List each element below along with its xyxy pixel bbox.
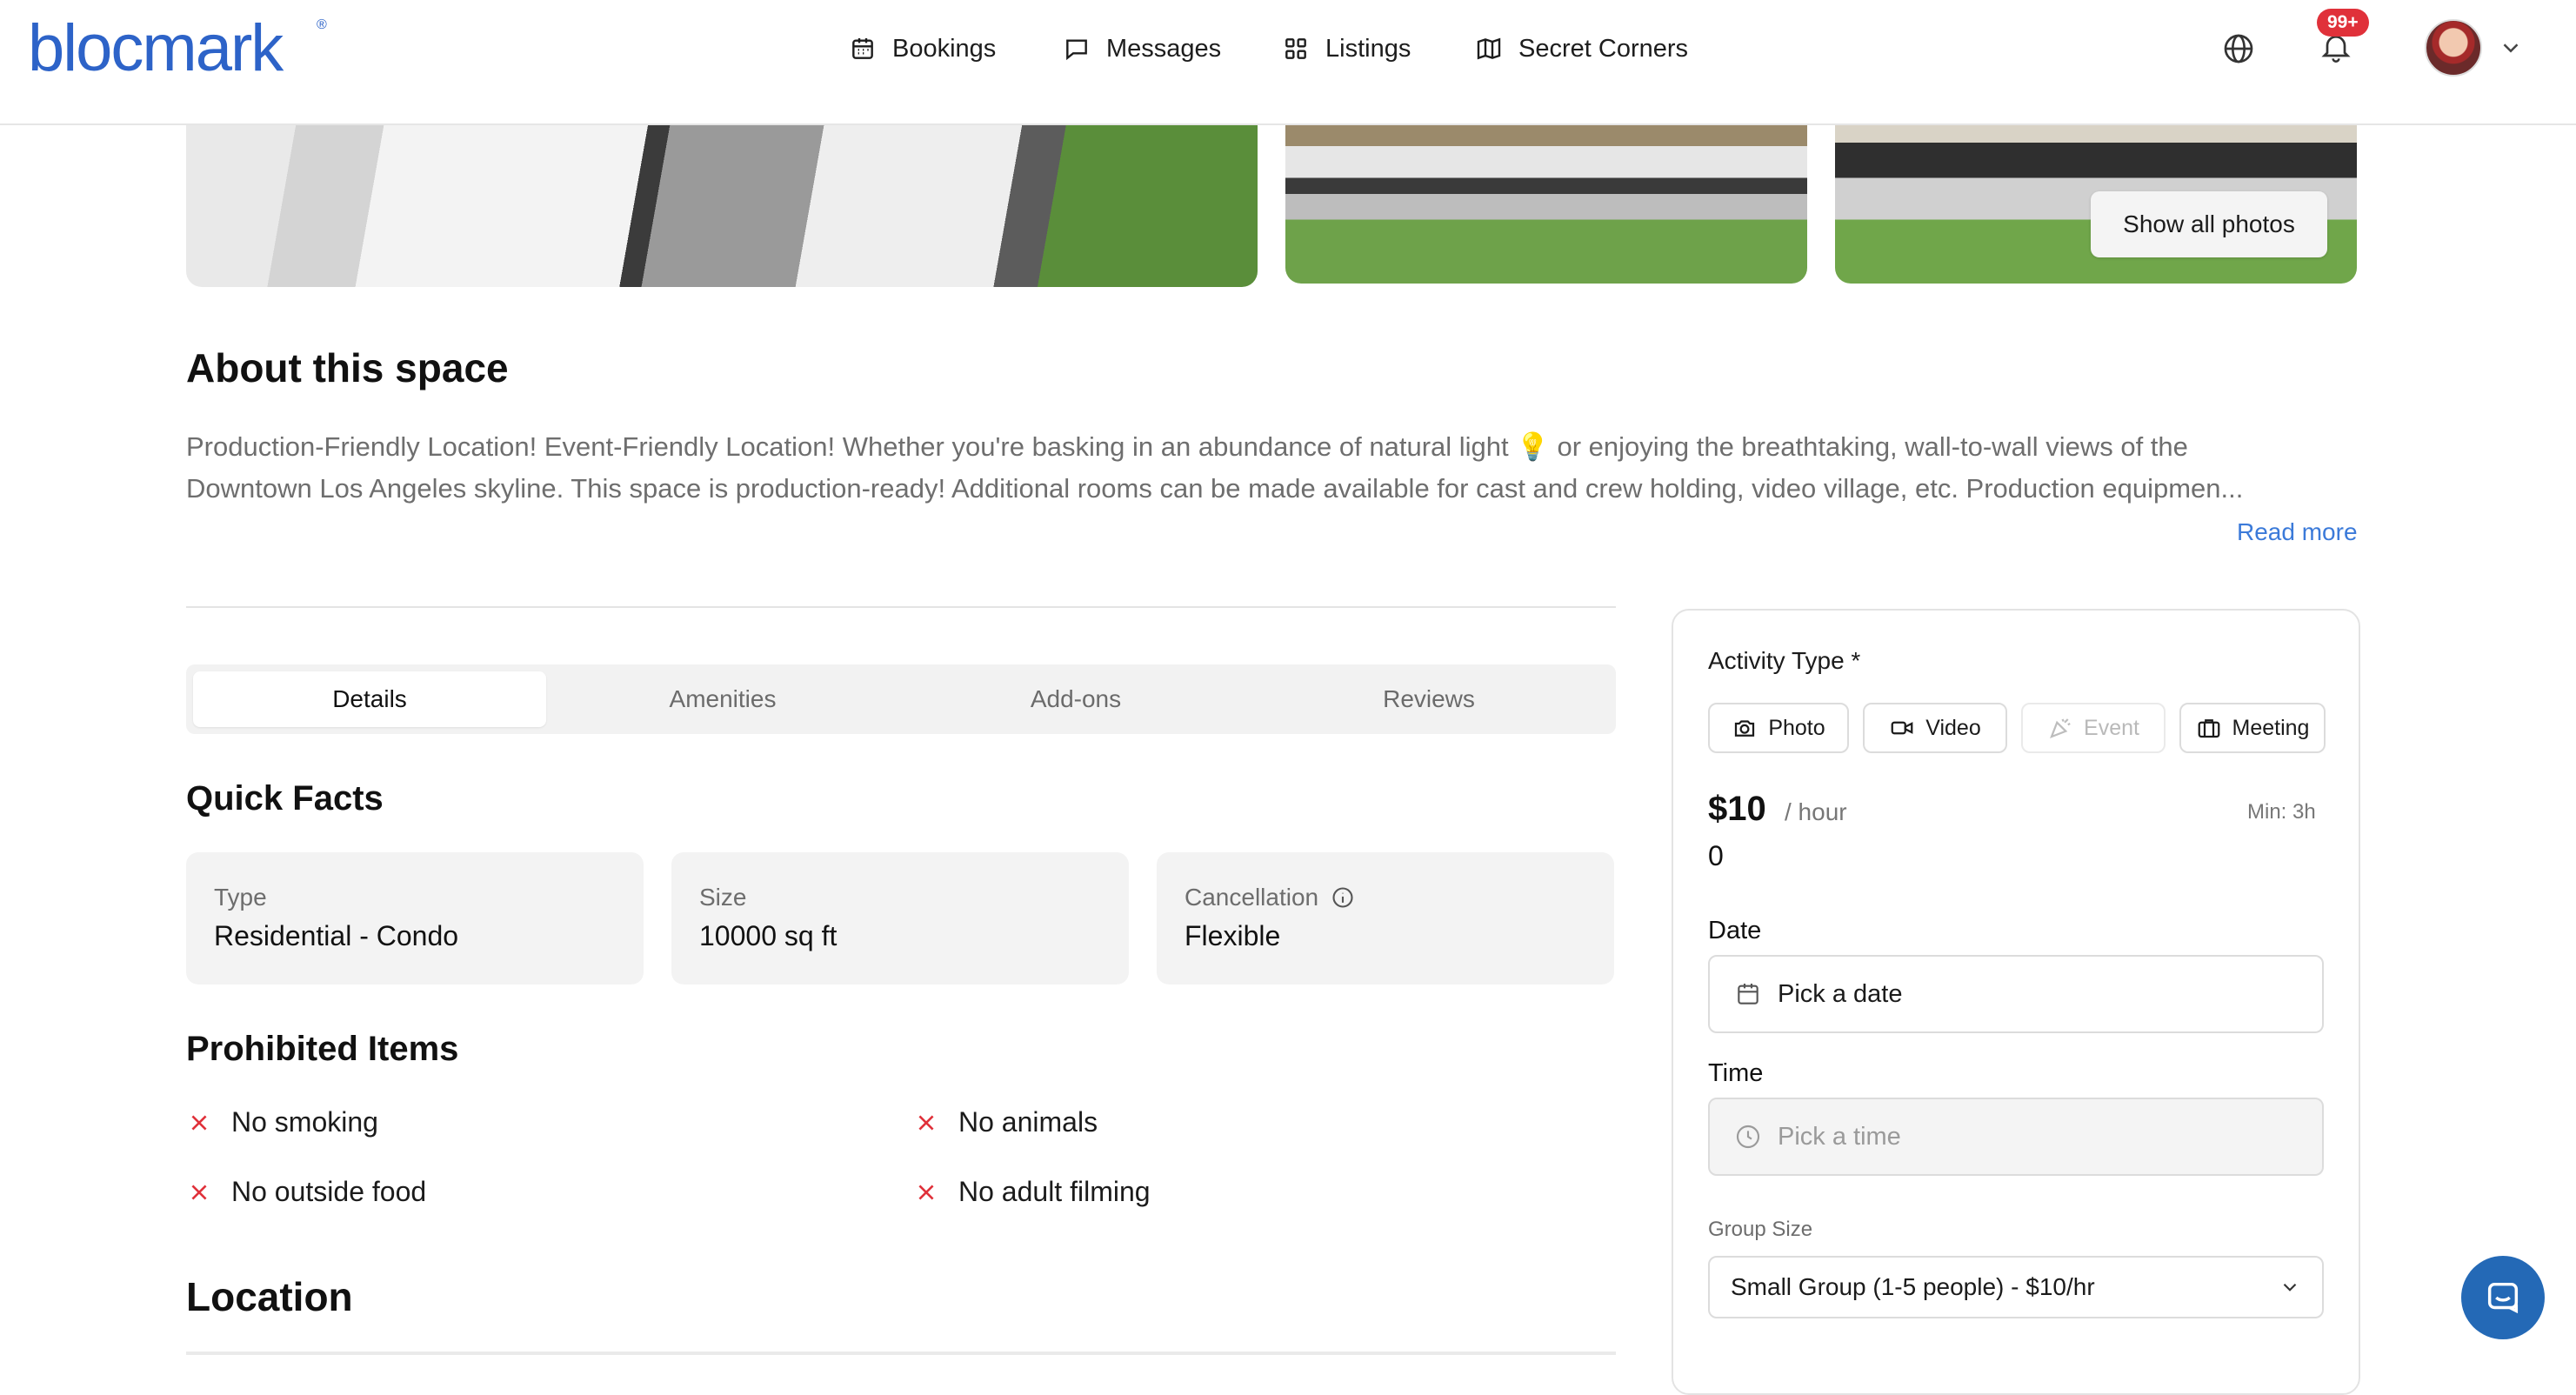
prohibited-item-label: No smoking — [231, 1106, 378, 1138]
fact-value: 10000 sq ft — [699, 920, 838, 951]
party-icon — [2050, 718, 2071, 738]
date-placeholder: Pick a date — [1778, 979, 1903, 1008]
prohibited-item: No adult filming — [915, 1176, 1151, 1208]
chat-launcher-button[interactable] — [2461, 1256, 2545, 1339]
group-size-select[interactable]: Small Group (1-5 people) - $10/hr — [1708, 1256, 2324, 1318]
close-x-icon — [191, 1114, 207, 1131]
nav-listings-label: Listings — [1325, 34, 1411, 63]
fact-value: Flexible — [1185, 920, 1281, 951]
fact-label: Type — [214, 884, 267, 911]
nav-secret-corners[interactable]: Secret Corners — [1475, 30, 1688, 68]
price-value: $10 — [1708, 790, 1766, 828]
read-more-link[interactable]: Read more — [2237, 518, 2358, 546]
activity-meeting-label: Meeting — [2232, 715, 2310, 740]
tab-add-ons[interactable]: Add-ons — [899, 671, 1252, 727]
gallery-photo-main[interactable] — [186, 123, 1258, 287]
blocmark-logo[interactable]: blocmark ® — [28, 10, 327, 86]
group-size-label: Group Size — [1708, 1218, 1813, 1241]
activity-event-button[interactable]: Event — [2021, 703, 2166, 753]
prohibited-item: No smoking — [188, 1106, 378, 1138]
about-title: About this space — [186, 345, 509, 390]
time-label: Time — [1708, 1059, 1764, 1087]
notification-badge: 99+ — [2317, 9, 2369, 37]
quick-facts-title: Quick Facts — [186, 779, 384, 818]
activity-photo-button[interactable]: Photo — [1708, 703, 1849, 753]
location-map-top-edge — [186, 1352, 1616, 1355]
chat-icon — [2487, 1282, 2519, 1314]
time-placeholder: Pick a time — [1778, 1122, 1901, 1151]
nav-bookings[interactable]: Bookings — [849, 30, 996, 68]
about-description: Production-Friendly Location! Event-Frie… — [186, 426, 2360, 510]
fact-card-type: Type Residential - Condo — [186, 852, 644, 985]
briefcase-icon — [2198, 719, 2219, 738]
chevron-down-icon — [2283, 1283, 2297, 1292]
hours-count: 0 — [1708, 840, 1724, 871]
top-navigation-bar: blocmark ® Bookings Messages Listings Se… — [0, 0, 2576, 125]
location-title: Location — [186, 1274, 353, 1319]
camera-icon — [1735, 720, 1755, 737]
activity-video-label: Video — [1925, 715, 1981, 740]
detail-tabs: Details Amenities Add-ons Reviews — [186, 664, 1616, 734]
about-line-1: Production-Friendly Location! Event-Frie… — [186, 431, 2188, 462]
prohibited-items-title: Prohibited Items — [186, 1030, 459, 1068]
prohibited-item: No animals — [915, 1106, 1098, 1138]
section-divider — [186, 606, 1616, 608]
fact-label-row: Cancellation — [1185, 884, 1355, 911]
fact-label: Cancellation — [1185, 884, 1319, 911]
minimum-hours: Min: 3h — [2247, 800, 2316, 824]
nav-bookings-label: Bookings — [892, 34, 997, 63]
calendar-icon — [1738, 984, 1758, 1005]
chevron-down-icon[interactable] — [2498, 35, 2524, 61]
prohibited-item-label: No adult filming — [958, 1176, 1151, 1207]
close-x-icon — [191, 1184, 207, 1200]
tab-details[interactable]: Details — [193, 671, 546, 727]
grid-icon — [1285, 38, 1306, 59]
close-x-icon — [918, 1184, 934, 1200]
activity-event-label: Event — [2084, 715, 2139, 740]
prohibited-item-label: No animals — [958, 1106, 1098, 1138]
group-size-value: Small Group (1-5 people) - $10/hr — [1731, 1273, 2095, 1300]
fact-value: Residential - Condo — [214, 920, 459, 951]
show-all-photos-button[interactable]: Show all photos — [2091, 191, 2327, 257]
tab-reviews[interactable]: Reviews — [1252, 671, 1605, 727]
map-icon — [1477, 37, 1501, 60]
prohibited-item: No outside food — [188, 1176, 426, 1208]
info-icon[interactable] — [1331, 885, 1355, 910]
message-icon — [1066, 39, 1087, 61]
price-unit: / hour — [1785, 798, 1847, 825]
nav-messages[interactable]: Messages — [1063, 30, 1221, 68]
registered-mark: ® — [317, 17, 327, 32]
booking-card: Activity Type * Photo Video Event Meetin… — [1672, 609, 2360, 1395]
close-x-icon — [918, 1114, 934, 1131]
activity-type-label: Activity Type * — [1708, 647, 1861, 674]
prohibited-item-label: No outside food — [231, 1176, 427, 1207]
time-picker[interactable]: Pick a time — [1708, 1098, 2324, 1176]
activity-photo-label: Photo — [1768, 715, 1825, 740]
date-picker[interactable]: Pick a date — [1708, 955, 2324, 1033]
calendar-icon — [852, 38, 873, 59]
fact-card-size: Size 10000 sq ft — [671, 852, 1129, 985]
date-label: Date — [1708, 917, 1762, 944]
logo-text: blocmark — [28, 11, 284, 85]
avatar[interactable] — [2425, 19, 2482, 77]
about-line-2: Downtown Los Angeles skyline. This space… — [186, 473, 2244, 504]
activity-video-button[interactable]: Video — [1863, 703, 2007, 753]
fact-label: Size — [699, 884, 747, 911]
video-icon — [1891, 721, 1913, 735]
globe-icon[interactable] — [2221, 31, 2256, 66]
clock-icon — [1736, 1125, 1760, 1149]
fact-card-cancellation: Cancellation Flexible — [1157, 852, 1614, 985]
nav-messages-label: Messages — [1106, 34, 1222, 63]
nav-secret-corners-label: Secret Corners — [1518, 34, 1689, 63]
tab-amenities[interactable]: Amenities — [546, 671, 899, 727]
gallery-photo-2[interactable] — [1285, 123, 1807, 284]
nav-listings[interactable]: Listings — [1282, 30, 1411, 68]
activity-meeting-button[interactable]: Meeting — [2179, 703, 2326, 753]
